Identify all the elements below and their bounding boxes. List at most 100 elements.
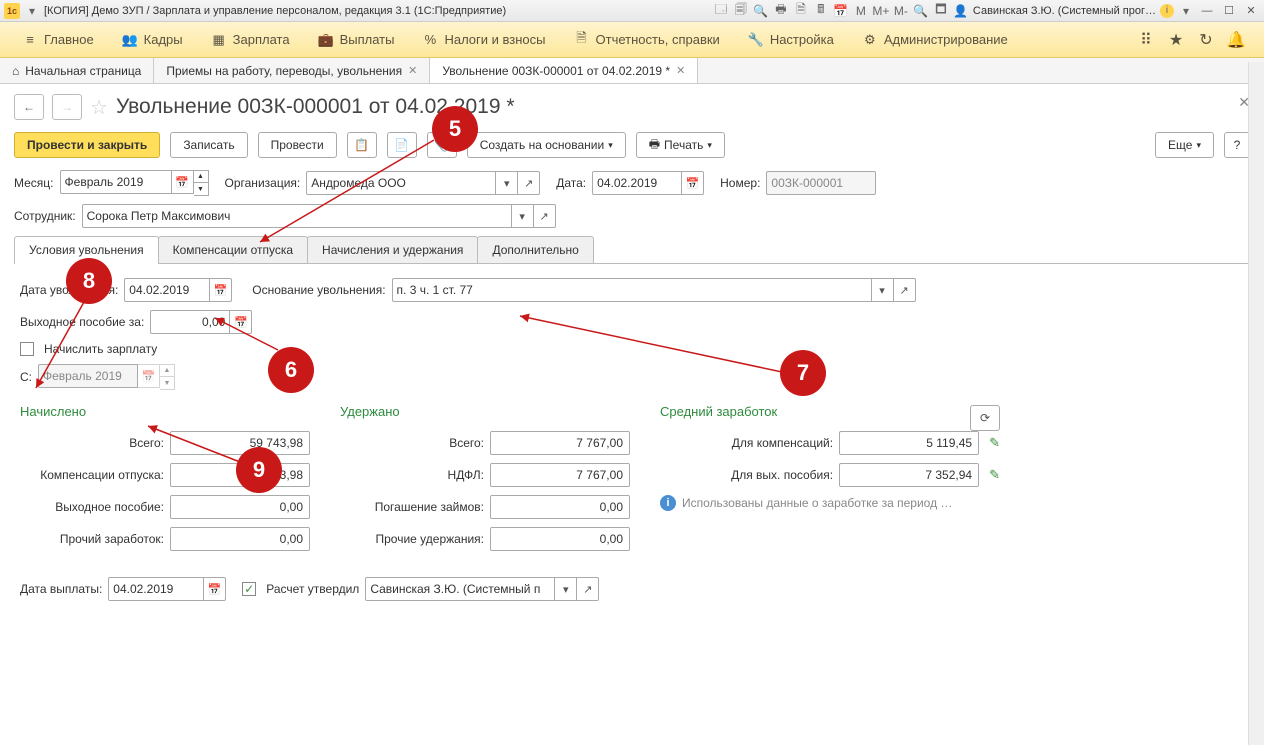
close-button[interactable]: ✕	[1242, 3, 1260, 19]
severance-input[interactable]: 0,00	[150, 310, 230, 334]
save-button[interactable]: Записать	[170, 132, 247, 158]
month-stepper[interactable]: ▲▼	[194, 170, 209, 196]
tab-additional[interactable]: Дополнительно	[477, 236, 593, 263]
toolbar-icon[interactable]: 🔍	[753, 3, 769, 19]
avg-comp-value[interactable]: 5 119,45	[839, 431, 979, 455]
toolbar: Провести и закрыть Записать Провести 📋 📄…	[14, 132, 1250, 158]
charge-salary-checkbox[interactable]	[20, 342, 34, 356]
date-input[interactable]: 04.02.2019	[592, 171, 682, 195]
bell-icon[interactable]: 🔔	[1226, 30, 1246, 50]
employee-label: Сотрудник:	[14, 209, 76, 223]
open-icon[interactable]: ↗	[534, 204, 556, 228]
menu-admin[interactable]: ⚙Администрирование	[848, 22, 1022, 58]
close-icon[interactable]: ✕	[408, 64, 417, 77]
pay-date-input[interactable]: 04.02.2019	[108, 577, 204, 601]
calendar-icon[interactable]: 📅	[230, 310, 252, 334]
month-input[interactable]: Февраль 2019	[60, 170, 172, 194]
page: ✕ ← → ☆ Увольнение 00ЗК-000001 от 04.02.…	[0, 84, 1264, 601]
info-icon[interactable]: i	[1160, 4, 1174, 18]
ndfl-value[interactable]: 7 767,00	[490, 463, 630, 487]
forward-button[interactable]: →	[52, 94, 82, 120]
calendar-icon[interactable]: 📅	[172, 170, 194, 194]
accrued-total[interactable]: 59 743,98	[170, 431, 310, 455]
tab-dismissal[interactable]: Увольнение 00ЗК-000001 от 04.02.2019 *✕	[430, 58, 698, 83]
close-icon[interactable]: ✕	[676, 64, 685, 77]
movements-button[interactable]: 📋	[347, 132, 377, 158]
toolbar-icon[interactable]: 📅	[833, 3, 849, 19]
briefcase-icon: 💼	[318, 32, 334, 48]
star-icon[interactable]: ★	[1166, 30, 1186, 50]
menu-salary[interactable]: ▦Зарплата	[197, 22, 304, 58]
doc-tabs: Условия увольнения Компенсации отпуска Н…	[14, 236, 1250, 264]
date-label: Дата:	[556, 176, 586, 190]
dropdown-icon[interactable]: ▾	[496, 171, 518, 195]
open-icon[interactable]: ↗	[577, 577, 599, 601]
from-input: Февраль 2019	[38, 364, 138, 388]
tab-vacation-comp[interactable]: Компенсации отпуска	[158, 236, 308, 263]
apps-icon[interactable]: ⠿	[1136, 30, 1156, 50]
tab-home[interactable]: ⌂Начальная страница	[0, 58, 154, 83]
back-button[interactable]: ←	[14, 94, 44, 120]
withheld-total[interactable]: 7 767,00	[490, 431, 630, 455]
menu-reports[interactable]: 🗎Отчетность, справки	[560, 22, 734, 58]
open-icon[interactable]: ↗	[518, 171, 540, 195]
percent-icon: %	[422, 32, 438, 48]
menu-main[interactable]: ≡Главное	[8, 22, 108, 58]
scrollbar[interactable]	[1248, 62, 1264, 745]
other-earn-value[interactable]: 0,00	[170, 527, 310, 551]
create-based-button[interactable]: Создать на основании▾	[467, 132, 626, 158]
print-button[interactable]: 🖶Печать▾	[636, 132, 725, 158]
people-icon: 👥	[122, 32, 138, 48]
toolbar-icon[interactable]: 🗖	[933, 3, 949, 19]
calendar-icon[interactable]: 📅	[204, 577, 226, 601]
dropdown-icon[interactable]: ▾	[24, 3, 40, 19]
favorite-icon[interactable]: ☆	[90, 95, 108, 120]
edit-icon[interactable]: ✎	[989, 435, 1000, 451]
menu-taxes[interactable]: %Налоги и взносы	[408, 22, 559, 58]
dropdown-icon[interactable]: ▾	[872, 278, 894, 302]
reason-input[interactable]: п. 3 ч. 1 ст. 77	[392, 278, 872, 302]
tab-hires[interactable]: Приемы на работу, переводы, увольнения✕	[154, 58, 430, 83]
fire-date-input[interactable]: 04.02.2019	[124, 278, 210, 302]
more-button[interactable]: Еще▾	[1155, 132, 1214, 158]
toolbar-icon[interactable]: 🖩	[813, 3, 829, 19]
menu-payments[interactable]: 💼Выплаты	[304, 22, 409, 58]
edit-icon[interactable]: ✎	[989, 467, 1000, 483]
tab-accruals[interactable]: Начисления и удержания	[307, 236, 478, 263]
month-label: Месяц:	[14, 176, 54, 190]
toolbar-icon[interactable]: 🗎	[793, 3, 809, 19]
menu-settings[interactable]: 🔧Настройка	[734, 22, 848, 58]
approved-label: Расчет утвердил	[266, 582, 359, 596]
toolbar-icon[interactable]: 🖶	[773, 3, 789, 19]
toolbar-icon[interactable]: 🗐	[733, 3, 749, 19]
approved-checkbox[interactable]	[242, 582, 256, 596]
avg-sev-value[interactable]: 7 352,94	[839, 463, 979, 487]
dropdown-icon[interactable]: ▾	[1178, 3, 1194, 19]
dropdown-icon[interactable]: ▾	[512, 204, 534, 228]
loan-value[interactable]: 0,00	[490, 495, 630, 519]
menu-hr[interactable]: 👥Кадры	[108, 22, 197, 58]
dropdown-icon[interactable]: ▾	[555, 577, 577, 601]
approver-input[interactable]: Савинская З.Ю. (Системный п	[365, 577, 555, 601]
employee-input[interactable]: Сорока Петр Максимович	[82, 204, 512, 228]
open-icon[interactable]: ↗	[894, 278, 916, 302]
calendar-icon[interactable]: 📅	[138, 364, 160, 388]
severance-total[interactable]: 0,00	[170, 495, 310, 519]
form-button[interactable]: 📄	[387, 132, 417, 158]
post-close-button[interactable]: Провести и закрыть	[14, 132, 160, 158]
maximize-button[interactable]: ☐	[1220, 3, 1238, 19]
help-button[interactable]: ?	[1224, 132, 1250, 158]
calendar-icon[interactable]: 📅	[210, 278, 232, 302]
from-stepper[interactable]: ▲▼	[160, 364, 175, 390]
minimize-button[interactable]: —	[1198, 3, 1216, 19]
toolbar-icon[interactable]: 🗔	[713, 3, 729, 19]
toolbar-icon[interactable]: 🔍	[913, 3, 929, 19]
history-icon[interactable]: ↻	[1196, 30, 1216, 50]
org-input[interactable]: Андромеда ООО	[306, 171, 496, 195]
post-button[interactable]: Провести	[258, 132, 337, 158]
loan-label: Погашение займов:	[340, 500, 484, 514]
refresh-button[interactable]: ⟳	[970, 405, 1000, 431]
calendar-icon[interactable]: 📅	[682, 171, 704, 195]
avg-header: Средний заработок	[660, 404, 970, 419]
other-withheld-value[interactable]: 0,00	[490, 527, 630, 551]
